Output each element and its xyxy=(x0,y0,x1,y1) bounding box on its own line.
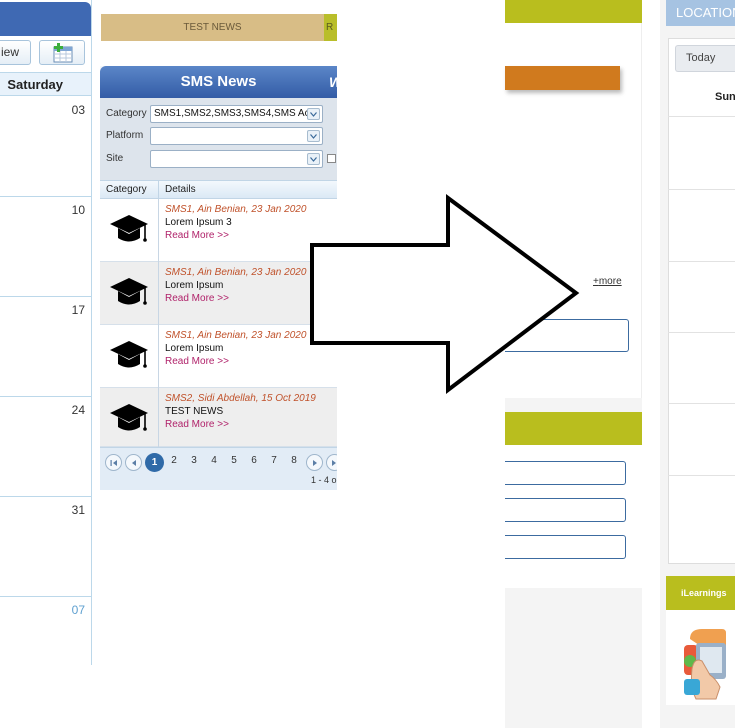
news-title: TEST NEWS xyxy=(165,406,224,417)
calendar-add-icon xyxy=(53,43,73,63)
calendar-row-divider xyxy=(668,332,735,333)
column-divider xyxy=(158,262,159,325)
column-divider xyxy=(158,181,159,200)
graduation-cap-icon xyxy=(110,341,148,368)
calendar-day-cell[interactable]: 31 xyxy=(0,497,91,597)
column-header-category[interactable]: Category xyxy=(106,184,147,195)
last-page-button[interactable] xyxy=(326,454,337,471)
calendar-day-cell[interactable]: 07 xyxy=(0,597,91,665)
news-tab-next[interactable]: R xyxy=(324,14,337,41)
graduation-cap-icon xyxy=(110,404,148,431)
calendar-row-divider xyxy=(668,116,735,117)
chevron-down-icon xyxy=(307,108,320,120)
news-meta: SMS1, Ain Benian, 23 Jan 2020 xyxy=(165,204,307,215)
view-button[interactable]: iew xyxy=(0,40,31,65)
platform-select[interactable] xyxy=(150,127,323,145)
ilearnings-header: iLearnings xyxy=(666,576,735,610)
ilearnings-touch-icon[interactable] xyxy=(682,627,735,702)
orange-banner xyxy=(505,66,620,90)
column-divider xyxy=(158,199,159,262)
more-link-label: more xyxy=(598,276,622,287)
form-field[interactable] xyxy=(505,535,626,559)
sms-news-title: SMS News xyxy=(180,73,257,90)
calendar-month-view: iew Saturday 03 10 17 24 31 07 xyxy=(0,0,92,665)
calendar-row-divider xyxy=(668,189,735,190)
previous-page-button[interactable] xyxy=(125,454,142,471)
news-meta: SMS2, Sidi Abdellah, 15 Oct 2019 xyxy=(165,393,316,404)
news-title: Lorem Ipsum xyxy=(165,280,224,291)
sms-news-header: SMS News W xyxy=(100,66,337,98)
site-checkbox[interactable] xyxy=(327,154,336,163)
page-number[interactable]: 5 xyxy=(227,455,241,466)
column-divider xyxy=(158,388,159,447)
chevron-down-icon xyxy=(307,153,320,165)
column-header-details[interactable]: Details xyxy=(165,184,196,195)
category-label: Category xyxy=(106,108,147,119)
page-number[interactable]: 8 xyxy=(287,455,301,466)
day-number: 07 xyxy=(71,603,85,617)
news-meta: SMS1, Ain Benian, 23 Jan 2020 xyxy=(165,330,307,341)
read-more-link[interactable]: Read More >> xyxy=(165,230,229,241)
news-meta: SMS1, Ain Benian, 23 Jan 2020 xyxy=(165,267,307,278)
day-number: 17 xyxy=(71,303,85,317)
next-page-icon xyxy=(313,460,317,466)
platform-label: Platform xyxy=(106,130,144,141)
calendar-row-divider xyxy=(668,475,735,476)
sunday-column-header: Sun xyxy=(715,91,735,103)
pagination-info: 1 - 4 o xyxy=(311,475,337,485)
middle-panel-header xyxy=(505,0,642,23)
saturday-column-header: Saturday xyxy=(0,72,91,96)
calendar-day-cell[interactable]: 10 xyxy=(0,197,91,297)
sms-news-title-tail: W xyxy=(329,74,337,90)
panel-background xyxy=(505,588,642,728)
filter-panel: Category SMS1,SMS2,SMS3,SMS4,SMS Ac Plat… xyxy=(100,98,337,180)
form-field[interactable] xyxy=(505,498,626,522)
day-number: 24 xyxy=(71,403,85,417)
panel-gap xyxy=(505,398,642,412)
news-tab-strip: TEST NEWS R xyxy=(101,14,337,41)
read-more-link[interactable]: Read More >> xyxy=(165,356,229,367)
read-more-link[interactable]: Read More >> xyxy=(165,293,229,304)
location-header: LOCATION xyxy=(666,0,735,26)
previous-page-icon xyxy=(132,460,136,466)
category-select[interactable]: SMS1,SMS2,SMS3,SMS4,SMS Ac xyxy=(150,105,323,123)
calendar-day-cell[interactable]: 17 xyxy=(0,297,91,397)
read-more-link[interactable]: Read More >> xyxy=(165,419,229,430)
page-number[interactable]: 6 xyxy=(247,455,261,466)
more-link[interactable]: +more xyxy=(593,276,622,287)
graduation-cap-icon xyxy=(110,215,148,242)
news-title: Lorem Ipsum 3 xyxy=(165,217,232,228)
pagination-bar: 1 2 3 4 5 6 7 8 1 - 4 o xyxy=(100,447,337,490)
today-button[interactable]: Today xyxy=(675,45,735,72)
site-select[interactable] xyxy=(150,150,323,168)
calendar-day-cell[interactable]: 24 xyxy=(0,397,91,497)
calendar-header-bar xyxy=(0,2,91,36)
form-field[interactable] xyxy=(505,461,626,485)
site-label: Site xyxy=(106,153,124,164)
news-tab-test-news[interactable]: TEST NEWS xyxy=(101,14,324,41)
calendar-row-divider xyxy=(668,261,735,262)
calendar-row-divider xyxy=(668,403,735,404)
news-title: Lorem Ipsum xyxy=(165,343,224,354)
day-number: 10 xyxy=(71,203,85,217)
page-number[interactable]: 7 xyxy=(267,455,281,466)
add-calendar-button[interactable] xyxy=(39,40,85,65)
page-number[interactable]: 3 xyxy=(187,455,201,466)
first-page-button[interactable] xyxy=(105,454,122,471)
first-page-icon xyxy=(110,460,117,466)
category-select-value: SMS1,SMS2,SMS3,SMS4,SMS Ac xyxy=(154,108,310,119)
graduation-cap-icon xyxy=(110,278,148,305)
page-number[interactable]: 4 xyxy=(207,455,221,466)
last-page-icon xyxy=(332,460,336,466)
page-number[interactable]: 2 xyxy=(167,455,181,466)
chevron-down-icon xyxy=(307,130,320,142)
day-number: 03 xyxy=(71,103,85,117)
next-page-button[interactable] xyxy=(306,454,323,471)
right-arrow-icon xyxy=(310,194,580,395)
page-number-current[interactable]: 1 xyxy=(145,453,164,472)
middle-panel-2-header xyxy=(505,412,642,445)
calendar-day-cell[interactable]: 03 xyxy=(0,97,91,197)
column-divider xyxy=(158,325,159,388)
day-number: 31 xyxy=(71,503,85,517)
